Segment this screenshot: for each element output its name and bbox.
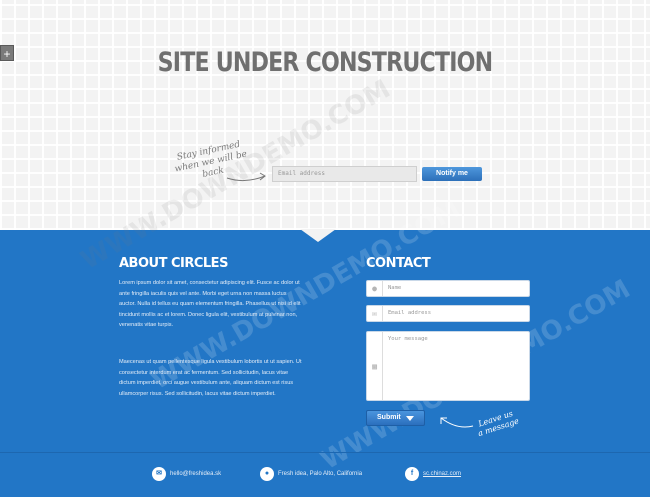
location-pin-icon: ● bbox=[260, 467, 274, 481]
message-placeholder: Your message bbox=[388, 336, 428, 342]
submit-label: Submit bbox=[377, 414, 401, 421]
info-section bbox=[0, 230, 650, 497]
footer-location-text: Fresh idea, Palo Alto, California bbox=[278, 471, 363, 477]
email-placeholder: Email address bbox=[388, 310, 432, 316]
name-placeholder: Name bbox=[388, 285, 402, 291]
arrow-icon bbox=[440, 417, 474, 428]
email-icon: ✉ bbox=[152, 467, 166, 481]
email-field[interactable]: ✉ Email address bbox=[366, 305, 530, 322]
about-paragraph-1: Lorem ipsum dolor sit amet, consectetur … bbox=[119, 280, 301, 328]
arrow-icon bbox=[226, 172, 266, 182]
plus-icon[interactable]: + bbox=[0, 45, 14, 61]
footer-email-text: hello@freshidea.sk bbox=[170, 471, 222, 477]
hero-section bbox=[0, 0, 650, 230]
notify-button[interactable]: Notify me bbox=[422, 167, 482, 181]
page-title: SITE UNDER CONSTRUCTION bbox=[157, 47, 493, 78]
chat-icon: ▩ bbox=[367, 332, 383, 400]
footer-divider bbox=[0, 452, 650, 453]
footer-facebook-link[interactable]: sc.chinaz.com bbox=[423, 467, 461, 481]
section-notch bbox=[300, 229, 336, 242]
about-heading: ABOUT CIRCLES bbox=[119, 256, 228, 271]
message-field[interactable]: ▩ Your message bbox=[366, 331, 530, 401]
envelope-icon: ✉ bbox=[367, 306, 383, 321]
contact-heading: CONTACT bbox=[366, 256, 431, 271]
caret-down-icon bbox=[406, 416, 414, 421]
facebook-icon: f bbox=[405, 467, 419, 481]
user-icon: ● bbox=[367, 281, 383, 296]
submit-button[interactable]: Submit bbox=[366, 410, 425, 426]
notify-email-input[interactable]: Email address bbox=[272, 166, 417, 182]
about-paragraph-2: Maecenas ut quam pellentesque ligula ves… bbox=[119, 359, 302, 397]
name-field[interactable]: ● Name bbox=[366, 280, 530, 297]
